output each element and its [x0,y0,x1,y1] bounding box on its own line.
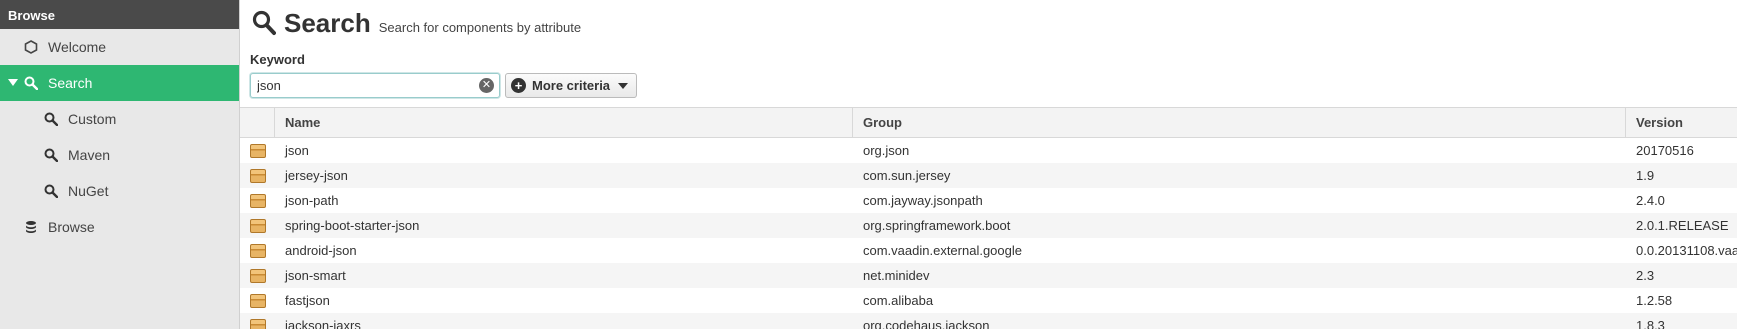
search-icon [44,112,59,127]
package-icon [240,138,275,163]
cell-group: com.sun.jersey [863,168,951,183]
sidebar: Browse Welcome Search Custom Maven NuGet [0,0,240,329]
cell-name: spring-boot-starter-json [285,218,420,233]
cell-group: com.alibaba [863,293,934,308]
sidebar-item-search[interactable]: Search [0,65,239,101]
cell-name: json [285,143,309,158]
search-icon [24,76,39,91]
cell-name: jersey-json [285,168,348,183]
page-header: Search Search for components by attribut… [252,6,581,39]
sidebar-item-browse[interactable]: Browse [0,209,239,245]
cell-version: 2.4.0 [1636,193,1665,208]
cell-group: org.codehaus.jackson [863,318,990,329]
search-icon [44,184,59,199]
plus-circle-icon: + [511,78,526,93]
cell-version: 2.0.1.RELEASE [1636,218,1729,233]
sidebar-header: Browse [0,0,239,29]
database-icon [24,220,38,234]
cell-name: fastjson [285,293,330,308]
package-icon [240,188,275,213]
sidebar-item-label: Browse [48,219,95,235]
cell-version: 0.0.20131108.vaadin1 [1636,243,1737,258]
package-icon [240,163,275,188]
search-icon [252,10,276,35]
column-header-version[interactable]: Version [1626,108,1737,137]
cell-name: android-json [285,243,357,258]
table-header: Name Group Version [240,107,1737,138]
cell-name: json-path [285,193,339,208]
package-icon [240,288,275,313]
hexagon-icon [24,40,38,54]
search-icon [44,148,59,163]
table-row[interactable]: fastjson com.alibaba 1.2.58 [240,288,1737,313]
expanded-triangle-icon[interactable] [8,79,18,86]
package-icon [240,263,275,288]
cell-name: json-smart [285,268,346,283]
sidebar-item-label: Welcome [48,39,107,55]
cell-group: org.json [863,143,910,158]
cell-version: 20170516 [1636,143,1694,158]
table-row[interactable]: jackson-jaxrs org.codehaus.jackson 1.8.3 [240,313,1737,329]
clear-icon[interactable]: ✕ [479,78,494,93]
results-table: Name Group Version json org.json 2017051… [240,107,1737,329]
cell-group: com.vaadin.external.google [863,243,1022,258]
more-criteria-button[interactable]: + More criteria [505,73,638,98]
table-row[interactable]: android-json com.vaadin.external.google … [240,238,1737,263]
package-icon [240,313,275,329]
sidebar-item-welcome[interactable]: Welcome [0,29,239,65]
cell-name: jackson-jaxrs [285,318,361,329]
sidebar-item-maven[interactable]: Maven [0,137,239,173]
keyword-input[interactable] [250,73,500,98]
cell-version: 1.8.3 [1636,318,1665,329]
table-row[interactable]: json-path com.jayway.jsonpath 2.4.0 [240,188,1737,213]
column-header-name[interactable]: Name [275,108,853,137]
sidebar-item-label: Search [48,75,93,91]
table-row[interactable]: spring-boot-starter-json org.springframe… [240,213,1737,238]
column-header-group[interactable]: Group [853,108,1626,137]
sidebar-item-nuget[interactable]: NuGet [0,173,239,209]
more-criteria-label: More criteria [532,78,611,93]
package-icon [240,213,275,238]
cell-version: 1.2.58 [1636,293,1673,308]
cell-version: 2.3 [1636,268,1655,283]
sidebar-item-custom[interactable]: Custom [0,101,239,137]
cell-version: 1.9 [1636,168,1655,183]
main-content: Search Search for components by attribut… [240,0,1737,329]
table-row[interactable]: json org.json 20170516 [240,138,1737,163]
cell-group: com.jayway.jsonpath [863,193,983,208]
package-icon [240,238,275,263]
table-row[interactable]: json-smart net.minidev 2.3 [240,263,1737,288]
sidebar-item-label: Maven [68,147,111,163]
cell-group: org.springframework.boot [863,218,1011,233]
page-subtitle: Search for components by attribute [378,20,582,35]
sidebar-item-label: Custom [68,111,117,127]
table-row[interactable]: jersey-json com.sun.jersey 1.9 [240,163,1737,188]
sidebar-item-label: NuGet [68,183,109,199]
caret-down-icon [618,82,629,89]
cell-group: net.minidev [863,268,930,283]
page-title: Search [284,8,371,38]
keyword-label: Keyword [250,52,305,67]
column-header-icon[interactable] [240,108,275,137]
